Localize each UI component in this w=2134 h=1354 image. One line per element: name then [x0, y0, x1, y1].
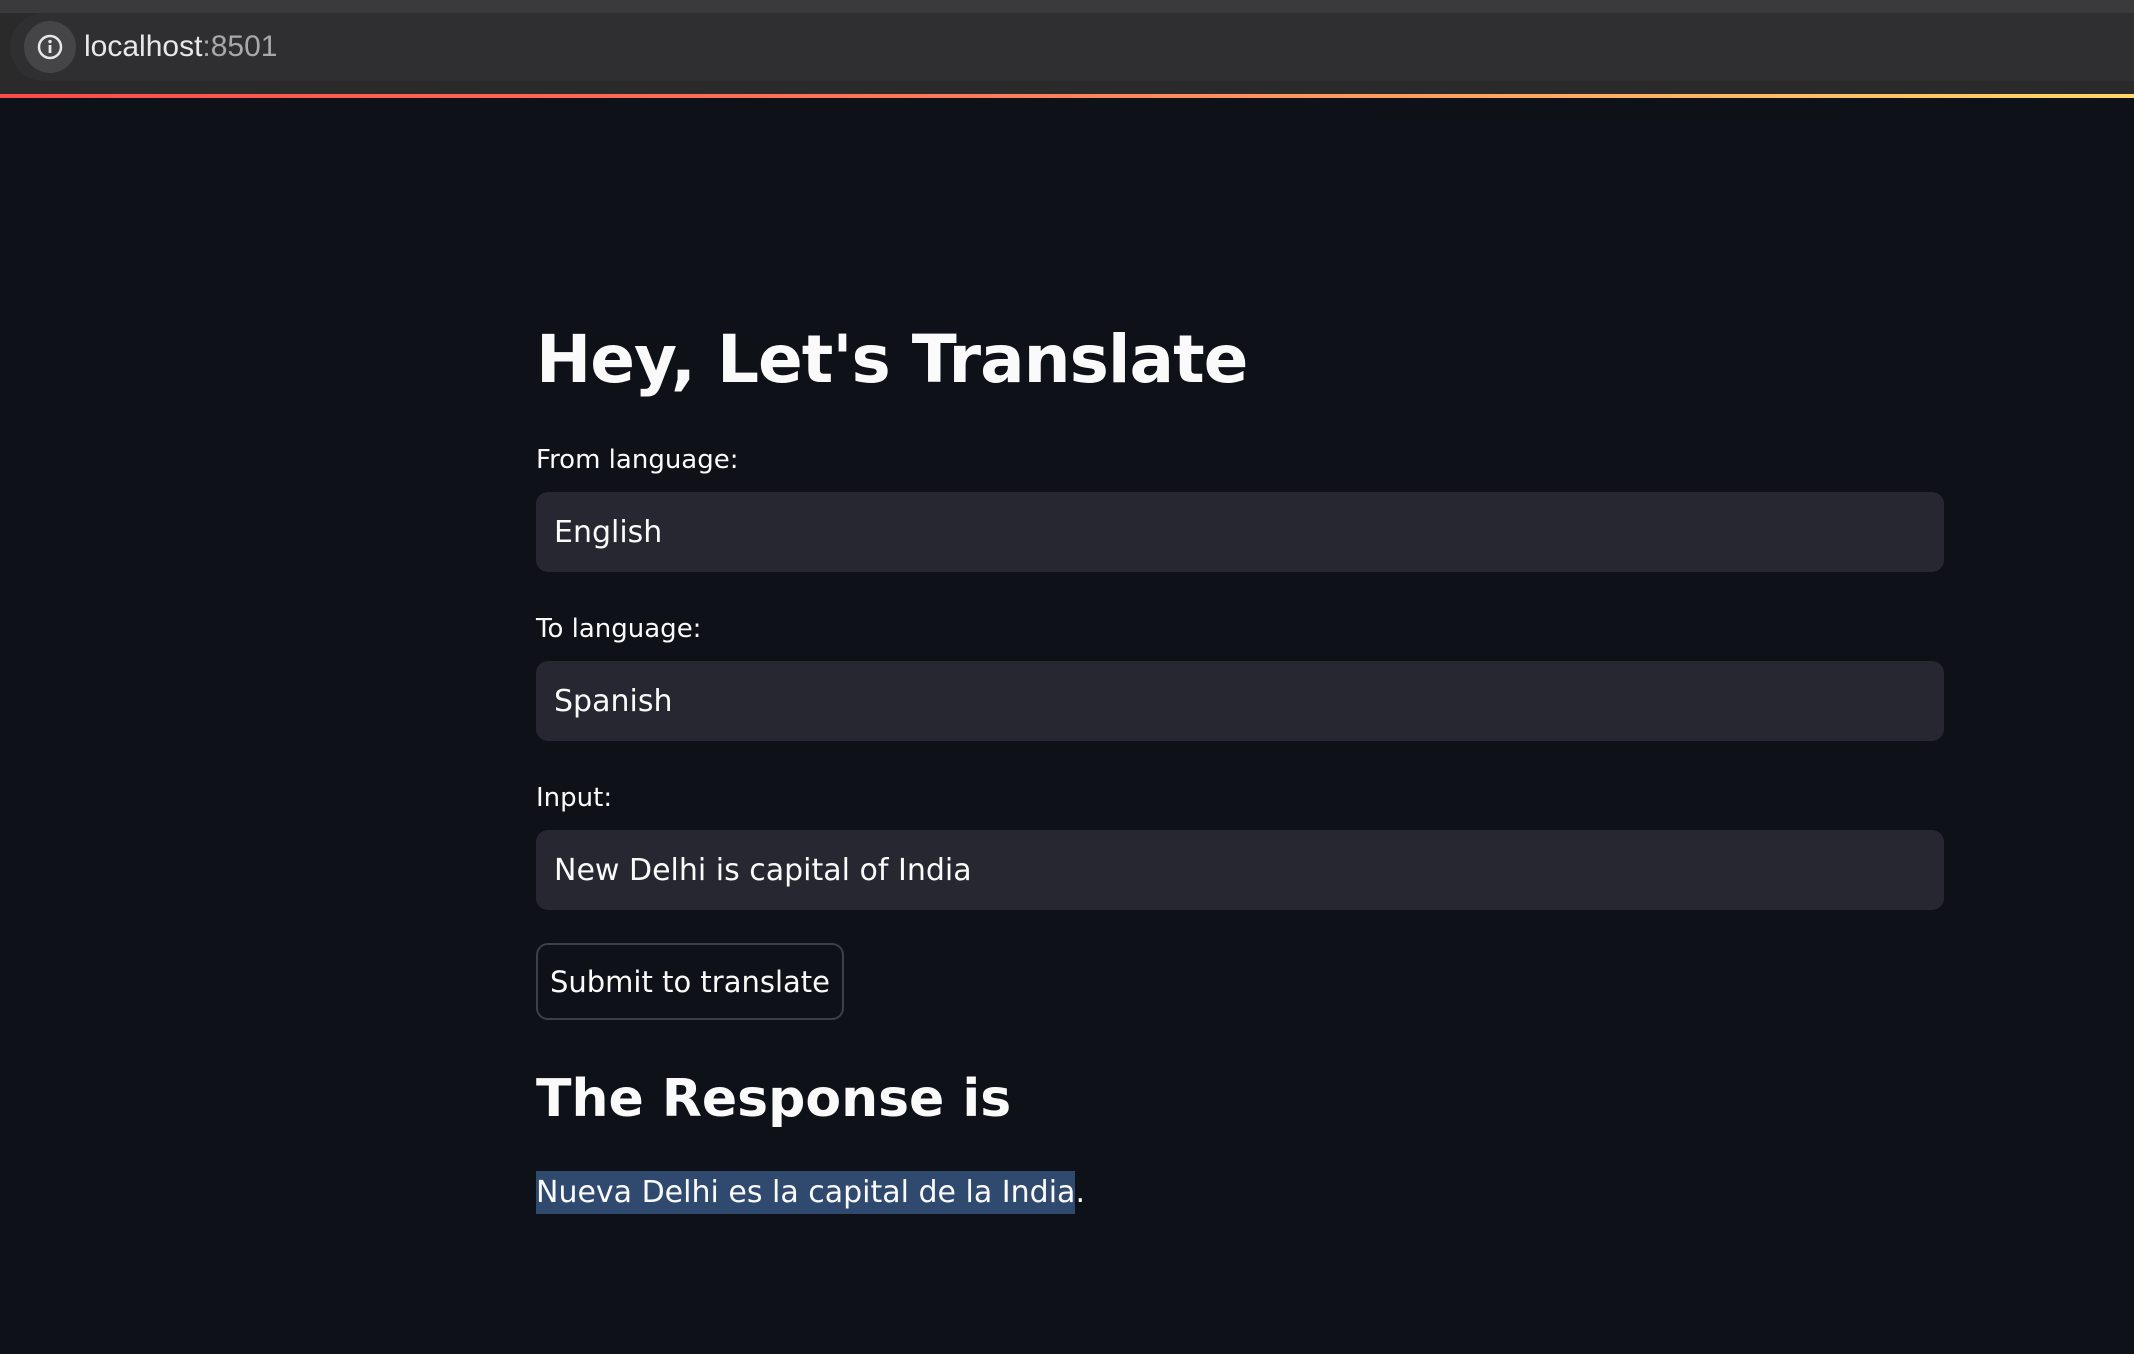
- from-language-field[interactable]: [536, 492, 1944, 572]
- response-trailing-text: .: [1075, 1175, 1085, 1210]
- url-port: :8501: [202, 30, 278, 63]
- input-field[interactable]: [536, 830, 1944, 910]
- url-text: localhost:8501: [84, 28, 277, 66]
- app-main: Hey, Let's Translate From language: To l…: [0, 98, 2134, 1354]
- response-header: The Response is: [536, 1069, 1012, 1129]
- site-info-button[interactable]: [24, 21, 76, 73]
- input-label: Input:: [536, 783, 613, 813]
- info-icon: [37, 34, 63, 60]
- to-language-field[interactable]: [536, 661, 1944, 741]
- submit-to-translate-button[interactable]: Submit to translate: [536, 943, 844, 1020]
- from-language-label: From language:: [536, 445, 739, 475]
- from-language-input[interactable]: [554, 514, 1926, 550]
- response-text: Nueva Delhi es la capital de la India.: [536, 1168, 1944, 1218]
- browser-address-bar: localhost:8501: [0, 13, 2134, 94]
- page-title: Hey, Let's Translate: [536, 321, 1248, 398]
- to-language-input[interactable]: [554, 683, 1926, 719]
- url-field[interactable]: localhost:8501: [10, 13, 2134, 81]
- input-text-input[interactable]: [554, 852, 1926, 888]
- browser-top-strip: [0, 0, 2134, 13]
- url-host: localhost: [84, 30, 203, 63]
- to-language-label: To language:: [536, 614, 702, 644]
- response-selected-text: Nueva Delhi es la capital de la India: [536, 1171, 1076, 1214]
